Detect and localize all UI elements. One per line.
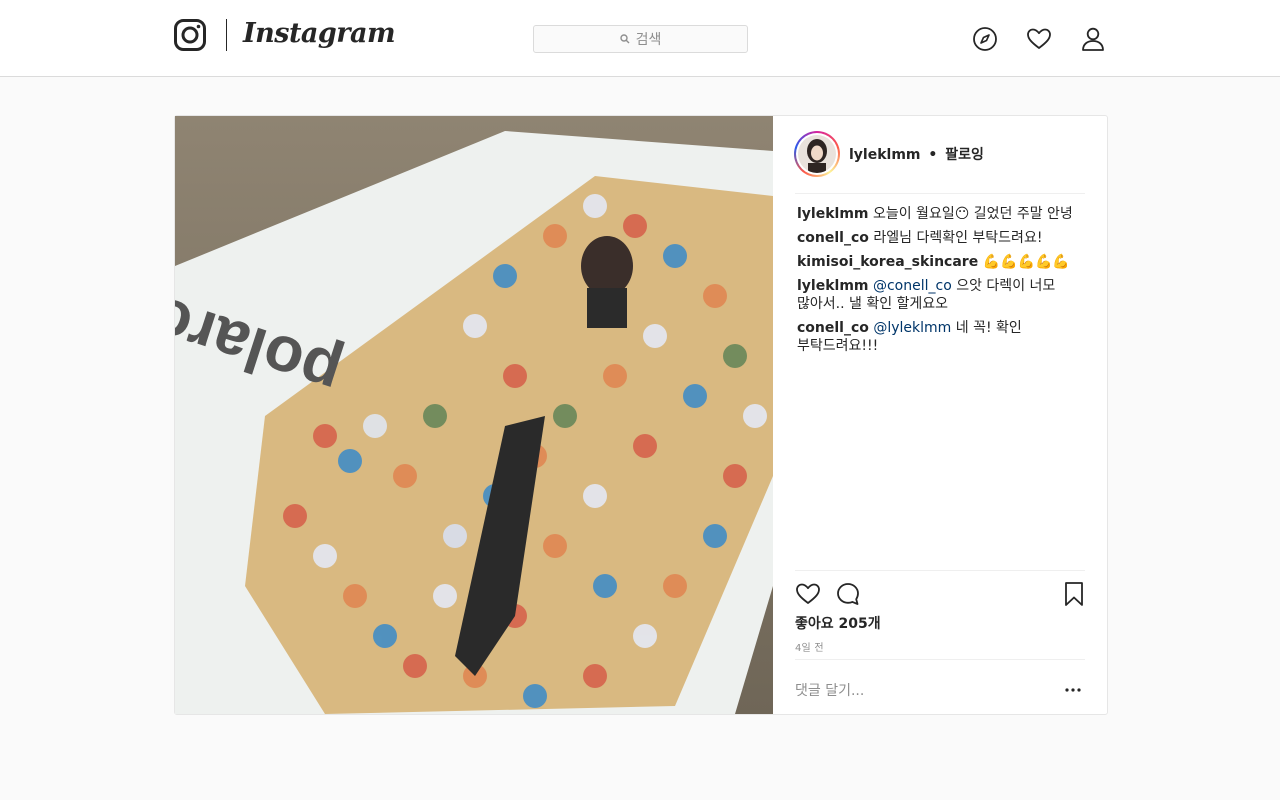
post-author-line: lyleklmm • 팔로잉 — [849, 144, 984, 164]
ball-pit-photo: polaroid — [175, 116, 773, 714]
add-comment-placeholder: 댓글 달기... — [795, 683, 865, 699]
comment-bubble-icon[interactable] — [835, 581, 861, 607]
compass-icon[interactable] — [972, 26, 998, 52]
search-icon — [619, 34, 630, 44]
comment-item: lyleklmm @conell_co 으앗 다렉이 너모 많아서.. 낼 확인… — [797, 277, 1087, 313]
comment-item: conell_co 라엘님 다렉확인 부탁드려요! — [797, 229, 1087, 247]
comment-list: lyleklmm 오늘이 월요일😶 길었던 주말 안녕 conell_co 라엘… — [797, 205, 1087, 361]
person-icon[interactable] — [1080, 26, 1106, 52]
comment-username[interactable]: lyleklmm — [797, 206, 869, 222]
comment-username[interactable]: kimisoi_korea_skincare — [797, 254, 978, 270]
comment-item: kimisoi_korea_skincare 💪💪💪💪💪 — [797, 253, 1087, 271]
search-input[interactable]: 검색 — [533, 25, 748, 53]
top-navigation: Instagram 검색 — [0, 0, 1280, 77]
post-actions: 좋아요 205개 4일 전 — [795, 570, 1085, 660]
separator-dot: • — [928, 146, 938, 163]
post-sidebar: lyleklmm • 팔로잉 lyleklmm 오늘이 월요일😶 길었던 주말 … — [773, 116, 1108, 714]
post-timestamp[interactable]: 4일 전 — [795, 639, 824, 654]
comment-username[interactable]: conell_co — [797, 230, 869, 246]
like-count[interactable]: 좋아요 205개 — [795, 613, 881, 633]
author-username[interactable]: lyleklmm — [849, 147, 921, 163]
more-options-icon[interactable] — [1065, 688, 1081, 692]
instagram-wordmark[interactable]: Instagram — [243, 14, 396, 54]
comment-mention[interactable]: @lyleklmm — [873, 320, 951, 336]
post-card: polaroid lyleklmm • 팔로잉 lyleklmm 오늘이 월요일… — [174, 115, 1108, 715]
follow-button[interactable]: 팔로잉 — [945, 147, 984, 163]
comment-username[interactable]: conell_co — [797, 320, 869, 336]
comment-username[interactable]: lyleklmm — [797, 278, 869, 294]
add-comment-field[interactable]: 댓글 달기... — [795, 659, 1085, 714]
instagram-camera-icon[interactable] — [174, 19, 206, 51]
comment-item: lyleklmm 오늘이 월요일😶 길었던 주말 안녕 — [797, 205, 1087, 223]
like-heart-icon[interactable] — [795, 581, 821, 607]
heart-icon[interactable] — [1026, 26, 1052, 52]
comment-text: 💪💪💪💪💪 — [982, 254, 1070, 270]
logo-divider — [226, 19, 227, 51]
comment-mention[interactable]: @conell_co — [873, 278, 952, 294]
comment-text: 오늘이 월요일😶 길었던 주말 안녕 — [872, 206, 1073, 222]
bookmark-icon[interactable] — [1061, 581, 1087, 607]
comment-item: conell_co @lyleklmm 네 꼭! 확인 부탁드려요!!! — [797, 319, 1087, 355]
search-placeholder: 검색 — [635, 32, 662, 48]
comment-text: 라엘님 다렉확인 부탁드려요! — [873, 230, 1043, 246]
avatar[interactable] — [794, 130, 840, 177]
post-photo[interactable]: polaroid — [175, 116, 773, 714]
post-header: lyleklmm • 팔로잉 — [794, 130, 1085, 194]
